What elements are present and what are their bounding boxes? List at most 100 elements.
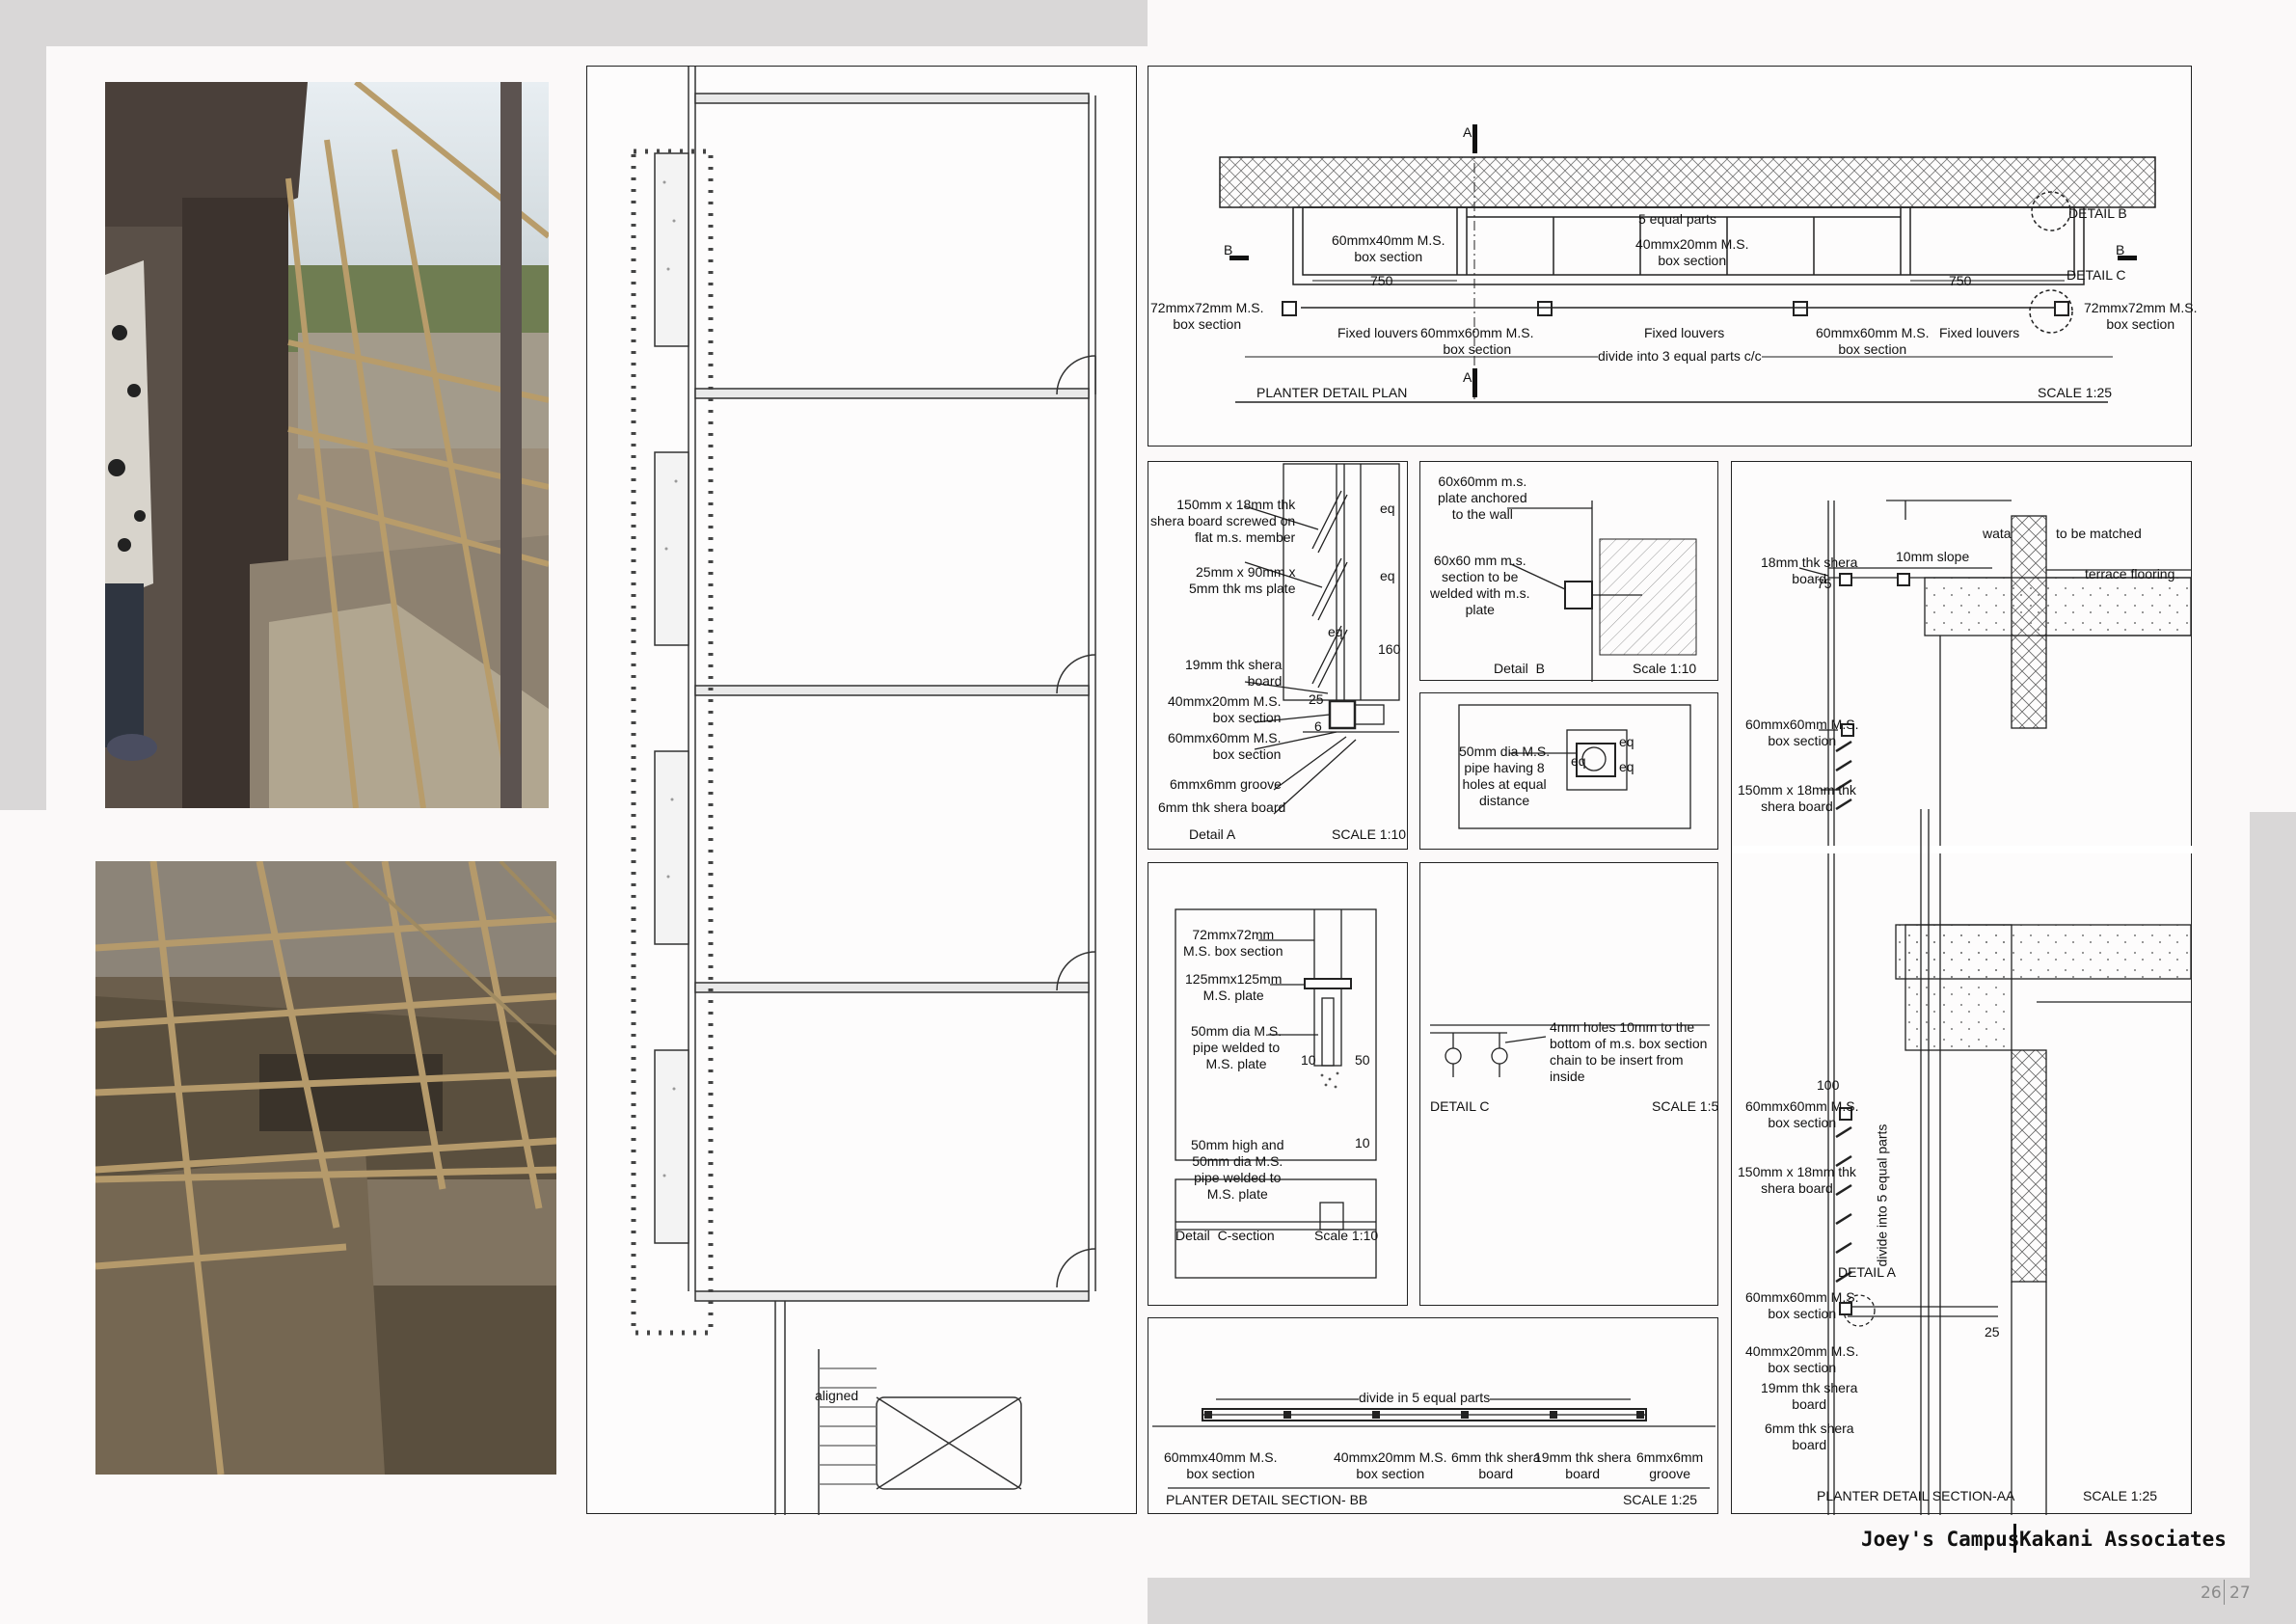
bg-block-top: [0, 0, 1148, 46]
aa-terrace: terrace flooring: [2085, 566, 2175, 582]
detail-a-scale: SCALE 1:10: [1332, 826, 1407, 842]
detail-a-panel: 150mm x 18mm thk shera board screwed on …: [1148, 461, 1408, 850]
section-bb-panel: divide in 5 equal parts 60mmx40mm M.S. b…: [1148, 1317, 1718, 1514]
detail-c-section-label-1: 72mmx72mm M.S. box section: [1183, 927, 1283, 959]
plan-label-box-72-right: 72mmx72mm M.S. box section: [2084, 300, 2198, 332]
detail-c-plan-panel: 50mm dia M.S. pipe having 8 holes at equ…: [1419, 692, 1718, 850]
detail-a-label-1: 150mm x 18mm thk shera board screwed on …: [1150, 497, 1296, 545]
aa-box60c: 60mmx60mm M.S. box section: [1745, 1289, 1859, 1321]
section-bb-title: PLANTER DETAIL SECTION- BB: [1166, 1492, 1368, 1507]
detail-c-drawing: [1430, 1024, 1710, 1077]
section-bb-top-label: divide in 5 equal parts: [1359, 1390, 1491, 1406]
bg-block-right: [2250, 812, 2296, 1583]
aa-dim100: 100: [1817, 1077, 1840, 1093]
plan-label-detail-b: DETAIL B: [2068, 205, 2127, 221]
bg-block-left: [0, 0, 46, 810]
aa-box60b: 60mmx60mm M.S. box section: [1745, 1098, 1859, 1130]
detail-c-section-label-2: 125mmx125mm M.S. plate: [1185, 971, 1283, 1003]
plan-label-box-60-right: 60mmx60mm M.S. box section: [1816, 325, 1930, 357]
detail-c-section-panel: 72mmx72mm M.S. box section 125mmx125mm M…: [1148, 862, 1408, 1306]
site-photo-scaffolding: [95, 861, 556, 1475]
page-number-left: 26: [2201, 1583, 2222, 1603]
plan-label-5-parts: 5 equal parts: [1638, 211, 1716, 227]
plan-label-detail-c: DETAIL C: [2066, 267, 2126, 283]
detail-b-label-1: 60x60mm m.s. plate anchored to the wall: [1438, 474, 1527, 522]
plan-label-box-20: 40mmx20mm M.S. box section: [1635, 236, 1749, 268]
site-photo-balcony: [105, 82, 549, 808]
footer-divider: [2013, 1524, 2016, 1553]
aa-shera18: 18mm thk shera board: [1761, 555, 1858, 586]
plan-label-box-72-left: 72mmx72mm M.S. box section: [1150, 300, 1264, 332]
page-number-right: 27: [2229, 1583, 2251, 1603]
detail-c-section-dim-1: 10: [1301, 1052, 1316, 1068]
floor-plan-drawing: [631, 67, 1096, 1515]
aa-title: PLANTER DETAIL SECTION-AA: [1817, 1488, 2015, 1503]
bg-block-bottom: [1148, 1578, 2296, 1624]
aa-divide5: divide into 5 equal parts: [1874, 1123, 1890, 1267]
plan-label-box-60-left: 60mmx60mm M.S. box section: [1420, 325, 1534, 357]
detail-c-section-label-3: 50mm dia M.S. pipe welded to M.S. plate: [1191, 1023, 1283, 1071]
aa-shera6: 6mm thk shera board: [1765, 1421, 1854, 1452]
detail-a-label-5: 60mmx60mm M.S. box section: [1168, 730, 1282, 762]
section-aa-panel: wata to be matched 10mm slope 18mm thk s…: [1731, 461, 2193, 1515]
plan-dim-750-left: 750: [1370, 273, 1393, 288]
detail-c-section-scale: Scale 1:10: [1314, 1228, 1379, 1243]
detail-c-scale: SCALE 1:5: [1652, 1098, 1719, 1114]
detail-b-label-2: 60x60 mm m.s. section to be welded with …: [1430, 553, 1530, 617]
detail-a-dim-3: eq: [1328, 624, 1343, 639]
detail-a-label-3: 19mm thk shera board: [1185, 657, 1283, 689]
page-number-divider: [2224, 1580, 2225, 1605]
section-bb-label-5: 6mmx6mm groove: [1636, 1449, 1704, 1481]
aa-detail-a: DETAIL A: [1838, 1264, 1896, 1280]
detail-c-plan-dim-3: eq: [1619, 759, 1634, 774]
detail-c-section-dim-3: 10: [1355, 1135, 1370, 1150]
aa-shera150a: 150mm x 18mm thk shera board: [1738, 782, 1856, 814]
section-bb-label-3: 6mm thk shera board: [1451, 1449, 1541, 1481]
plan-section-b-left: B: [1224, 242, 1233, 257]
footer-project-name: Joey's Campus: [1861, 1528, 2020, 1551]
section-bb-drawing: [1152, 1398, 1715, 1489]
detail-c-plan-dim-1: eq: [1571, 753, 1586, 769]
aa-shera19: 19mm thk shera board: [1761, 1380, 1858, 1412]
detail-a-title: Detail A: [1189, 826, 1236, 842]
section-bb-scale: SCALE 1:25: [1623, 1492, 1698, 1507]
planter-detail-plan-panel: A A B B 60mmx40mm M.S. box section 5 equ…: [1148, 66, 2197, 447]
aa-box60a: 60mmx60mm M.S. box section: [1745, 717, 1859, 748]
detail-c-section-title: Detail C-section: [1175, 1228, 1275, 1243]
plan-section-b-right: B: [2116, 242, 2125, 257]
plan-section-a-top: A: [1463, 124, 1472, 140]
floor-plan-panel: aligned: [586, 66, 1137, 1515]
detail-c-plan-dim-2: eq: [1619, 734, 1634, 749]
detail-a-dim-5: 25: [1309, 691, 1324, 707]
section-bb-label-2: 40mmx20mm M.S. box section: [1334, 1449, 1447, 1481]
plan-section-a-bottom: A: [1463, 369, 1472, 385]
detail-a-label-7: 6mm thk shera board: [1158, 799, 1286, 815]
detail-c-panel: 4mm holes 10mm to the bottom of m.s. box…: [1419, 862, 1718, 1306]
section-bb-label-4: 19mm thk shera board: [1534, 1449, 1632, 1481]
detail-c-section-label-4: 50mm high and 50mm dia M.S. pipe welded …: [1191, 1137, 1284, 1202]
plan-label-divide-3: divide into 3 equal parts c/c: [1598, 348, 1762, 365]
plan-dim-750-right: 750: [1949, 273, 1972, 288]
aa-shera150b: 150mm x 18mm thk shera board: [1738, 1164, 1856, 1196]
plan-label-box-40: 60mmx40mm M.S. box section: [1332, 232, 1445, 264]
footer-firm-name: Kakani Associates: [2019, 1528, 2227, 1551]
section-bb-label-1: 60mmx40mm M.S. box section: [1164, 1449, 1278, 1481]
plan-scale: SCALE 1:25: [2038, 385, 2113, 400]
detail-a-dim-1: eq: [1380, 501, 1395, 516]
detail-b-title: Detail B: [1494, 661, 1545, 676]
detail-c-plan-label: 50mm dia M.S. pipe having 8 holes at equ…: [1459, 744, 1551, 808]
detail-a-label-2: 25mm x 90mm x 5mm thk ms plate: [1189, 564, 1296, 596]
aa-dim25: 25: [1985, 1324, 2000, 1340]
detail-b-panel: 60x60mm m.s. plate anchored to the wall …: [1419, 461, 1718, 682]
plan-label-louvers-1: Fixed louvers: [1337, 325, 1418, 340]
detail-a-label-4: 40mmx20mm M.S. box section: [1168, 693, 1282, 725]
aa-wata: wata: [1983, 526, 2012, 541]
aligned-label: aligned: [815, 1388, 859, 1403]
aa-scale: SCALE 1:25: [2083, 1488, 2158, 1503]
detail-c-title: DETAIL C: [1430, 1098, 1490, 1114]
plan-label-louvers-3: Fixed louvers: [1939, 325, 2020, 340]
aa-slope: 10mm slope: [1896, 549, 1970, 564]
aa-box20: 40mmx20mm M.S. box section: [1745, 1343, 1859, 1375]
aa-dim75: 75: [1817, 576, 1832, 591]
detail-c-section-dim-2: 50: [1355, 1052, 1370, 1068]
